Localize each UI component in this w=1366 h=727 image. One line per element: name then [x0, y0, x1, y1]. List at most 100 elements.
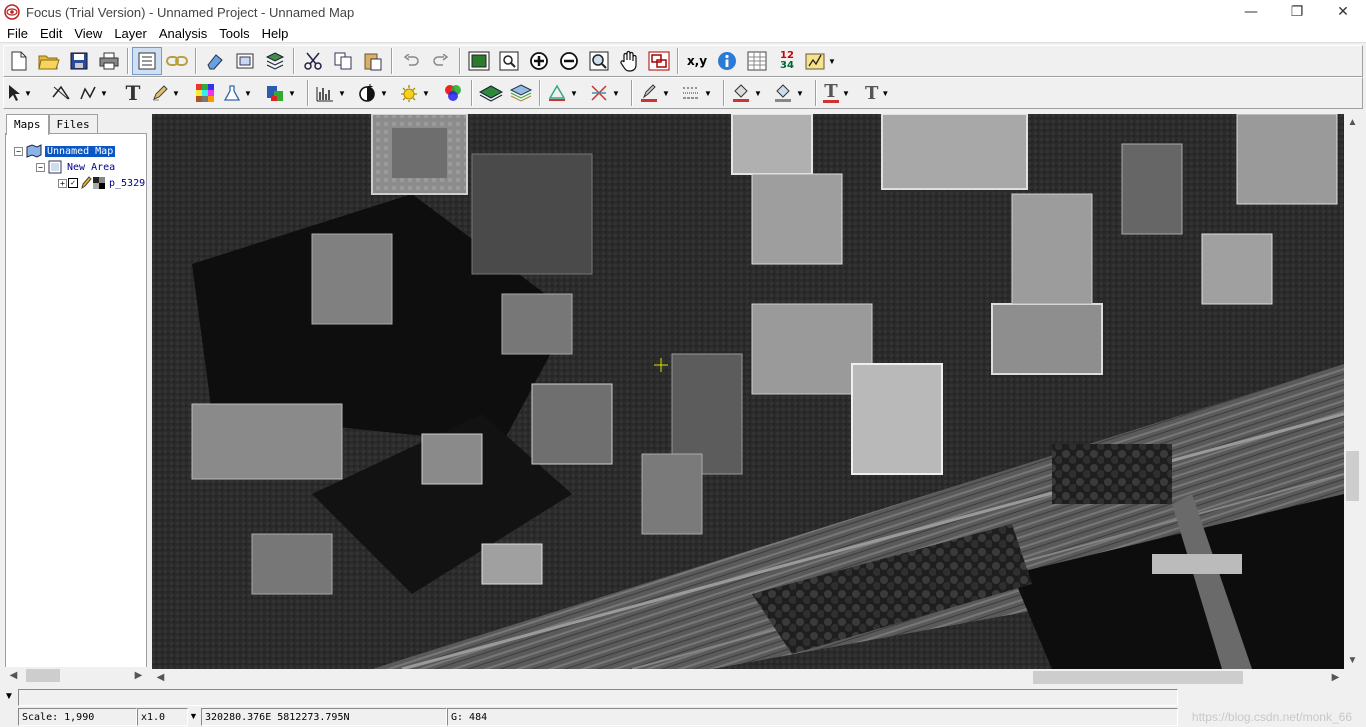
layers-button[interactable]	[260, 47, 290, 75]
save-button[interactable]	[64, 47, 94, 75]
tab-maps[interactable]: Maps	[6, 114, 49, 135]
draw-line-button[interactable]: ▼	[544, 79, 586, 107]
link-button[interactable]	[162, 47, 192, 75]
cut-button[interactable]	[298, 47, 328, 75]
fill-pattern-button[interactable]: ▼	[770, 79, 812, 107]
chart-icon	[805, 53, 825, 70]
scroll-right-icon[interactable]: ▶	[130, 667, 147, 684]
text-tool-button[interactable]: T	[118, 79, 148, 107]
expand-icon[interactable]: +	[58, 178, 67, 188]
menu-edit[interactable]: Edit	[34, 26, 68, 41]
chevron-down-icon: ▼	[288, 88, 296, 98]
rgb-button[interactable]	[438, 79, 468, 107]
pen-color-button[interactable]: ▼	[636, 79, 678, 107]
fill-tool-button[interactable]: ▼	[262, 79, 304, 107]
zoom-in-button[interactable]	[524, 47, 554, 75]
scrollbar-thumb[interactable]	[26, 669, 60, 682]
properties-button[interactable]	[132, 47, 162, 75]
line-style-button[interactable]: ▼	[678, 79, 720, 107]
copy-button[interactable]	[328, 47, 358, 75]
toolbar-separator	[631, 80, 633, 106]
shape-tool-button[interactable]: ▼	[220, 79, 262, 107]
brightness-tool-button[interactable]: ▼	[396, 79, 438, 107]
zoom-extent-button[interactable]	[464, 47, 494, 75]
properties-list-icon	[138, 52, 156, 70]
fill-bucket-button[interactable]: ▼	[728, 79, 770, 107]
measure-tool-button[interactable]: ▼	[586, 79, 628, 107]
polyline-icon	[80, 86, 96, 100]
zoom-dropdown-icon[interactable]: ▼	[189, 711, 198, 721]
restore-button[interactable]: ❐	[1274, 0, 1320, 24]
select-tool-button[interactable]: ▼	[4, 79, 46, 107]
zoom-selection-button[interactable]	[584, 47, 614, 75]
layer-visibility-checkbox[interactable]: ✓	[68, 178, 78, 188]
chevron-down-icon: ▼	[828, 56, 836, 66]
text-color-button[interactable]: T ▼	[820, 79, 862, 107]
undo-button[interactable]	[396, 47, 426, 75]
contrast-tool-button[interactable]: ▼	[354, 79, 396, 107]
tab-files[interactable]: Files	[48, 114, 98, 134]
tree-item-area[interactable]: − New Area	[36, 160, 115, 174]
menu-help[interactable]: Help	[256, 26, 295, 41]
info-button[interactable]	[712, 47, 742, 75]
menu-view[interactable]: View	[68, 26, 108, 41]
tree-item-map[interactable]: − Unnamed Map	[14, 144, 116, 158]
scroll-left-icon[interactable]: ◀	[152, 669, 169, 686]
zoom-out-button[interactable]	[554, 47, 584, 75]
new-file-button[interactable]	[4, 47, 34, 75]
scrollbar-thumb[interactable]	[1346, 451, 1359, 501]
palette-button[interactable]	[190, 79, 220, 107]
copy-icon	[334, 52, 352, 70]
menu-tools[interactable]: Tools	[213, 26, 255, 41]
open-file-button[interactable]	[34, 47, 64, 75]
scroll-up-icon[interactable]: ▲	[1344, 114, 1361, 131]
minimize-button[interactable]: —	[1228, 0, 1274, 24]
scroll-down-icon[interactable]: ▼	[1344, 652, 1361, 669]
redo-button[interactable]	[426, 47, 456, 75]
scrollbar-track[interactable]	[169, 669, 1327, 686]
map-vertical-scrollbar[interactable]: ▲ ▼	[1344, 114, 1361, 669]
layer-view-button[interactable]	[476, 79, 506, 107]
print-button[interactable]	[94, 47, 124, 75]
map-horizontal-scrollbar[interactable]: ◀ ▶	[152, 669, 1344, 686]
polyline-tool-button[interactable]: ▼	[76, 79, 118, 107]
histogram-tool-button[interactable]: ▼	[312, 79, 354, 107]
tree-horizontal-scrollbar[interactable]: ◀ ▶	[5, 667, 147, 684]
fill-pattern-icon	[775, 84, 791, 102]
overview-button[interactable]	[644, 47, 674, 75]
zoom-field: x1.0	[137, 708, 188, 726]
edit-vertex-button[interactable]	[46, 79, 76, 107]
zoom-window-button[interactable]	[494, 47, 524, 75]
chevron-down-icon: ▼	[796, 88, 804, 98]
numbers-button[interactable]: 12 34	[772, 47, 802, 75]
toolbar-separator	[127, 48, 129, 74]
menu-file[interactable]: File	[0, 26, 34, 41]
chevron-down-icon: ▼	[100, 88, 108, 98]
layer-stack-button[interactable]	[506, 79, 536, 107]
chart-dropdown-button[interactable]: ▼	[802, 47, 844, 75]
scrollbar-thumb[interactable]	[1033, 671, 1243, 684]
status-dropdown-icon[interactable]: ▼	[4, 691, 14, 702]
menu-analysis[interactable]: Analysis	[153, 26, 213, 41]
paste-button[interactable]	[358, 47, 388, 75]
pixel-value-field: G: 484	[447, 708, 1178, 726]
table-button[interactable]	[742, 47, 772, 75]
symbol-tool-button[interactable]: ▼	[148, 79, 190, 107]
scrollbar-track[interactable]	[22, 667, 130, 684]
collapse-icon[interactable]: −	[36, 162, 45, 172]
text-style-button[interactable]: T ▼	[862, 79, 904, 107]
scroll-left-icon[interactable]: ◀	[5, 667, 22, 684]
tree-item-layer[interactable]: + ✓ p_5329	[58, 176, 145, 190]
coordinate-button[interactable]: x,y	[682, 47, 712, 75]
status-bar-bottom: Scale: 1,990 x1.0 ▼ 320280.376E 5812273.…	[0, 707, 1366, 727]
map-view[interactable]	[152, 114, 1344, 669]
scroll-right-icon[interactable]: ▶	[1327, 669, 1344, 686]
pan-button[interactable]	[614, 47, 644, 75]
histogram-icon	[316, 87, 333, 102]
close-button[interactable]: ✕	[1320, 0, 1366, 24]
erase-button[interactable]	[200, 47, 230, 75]
vertex-edit-icon	[52, 85, 70, 100]
menu-layer[interactable]: Layer	[108, 26, 153, 41]
collapse-icon[interactable]: −	[14, 146, 23, 156]
window-button[interactable]	[230, 47, 260, 75]
